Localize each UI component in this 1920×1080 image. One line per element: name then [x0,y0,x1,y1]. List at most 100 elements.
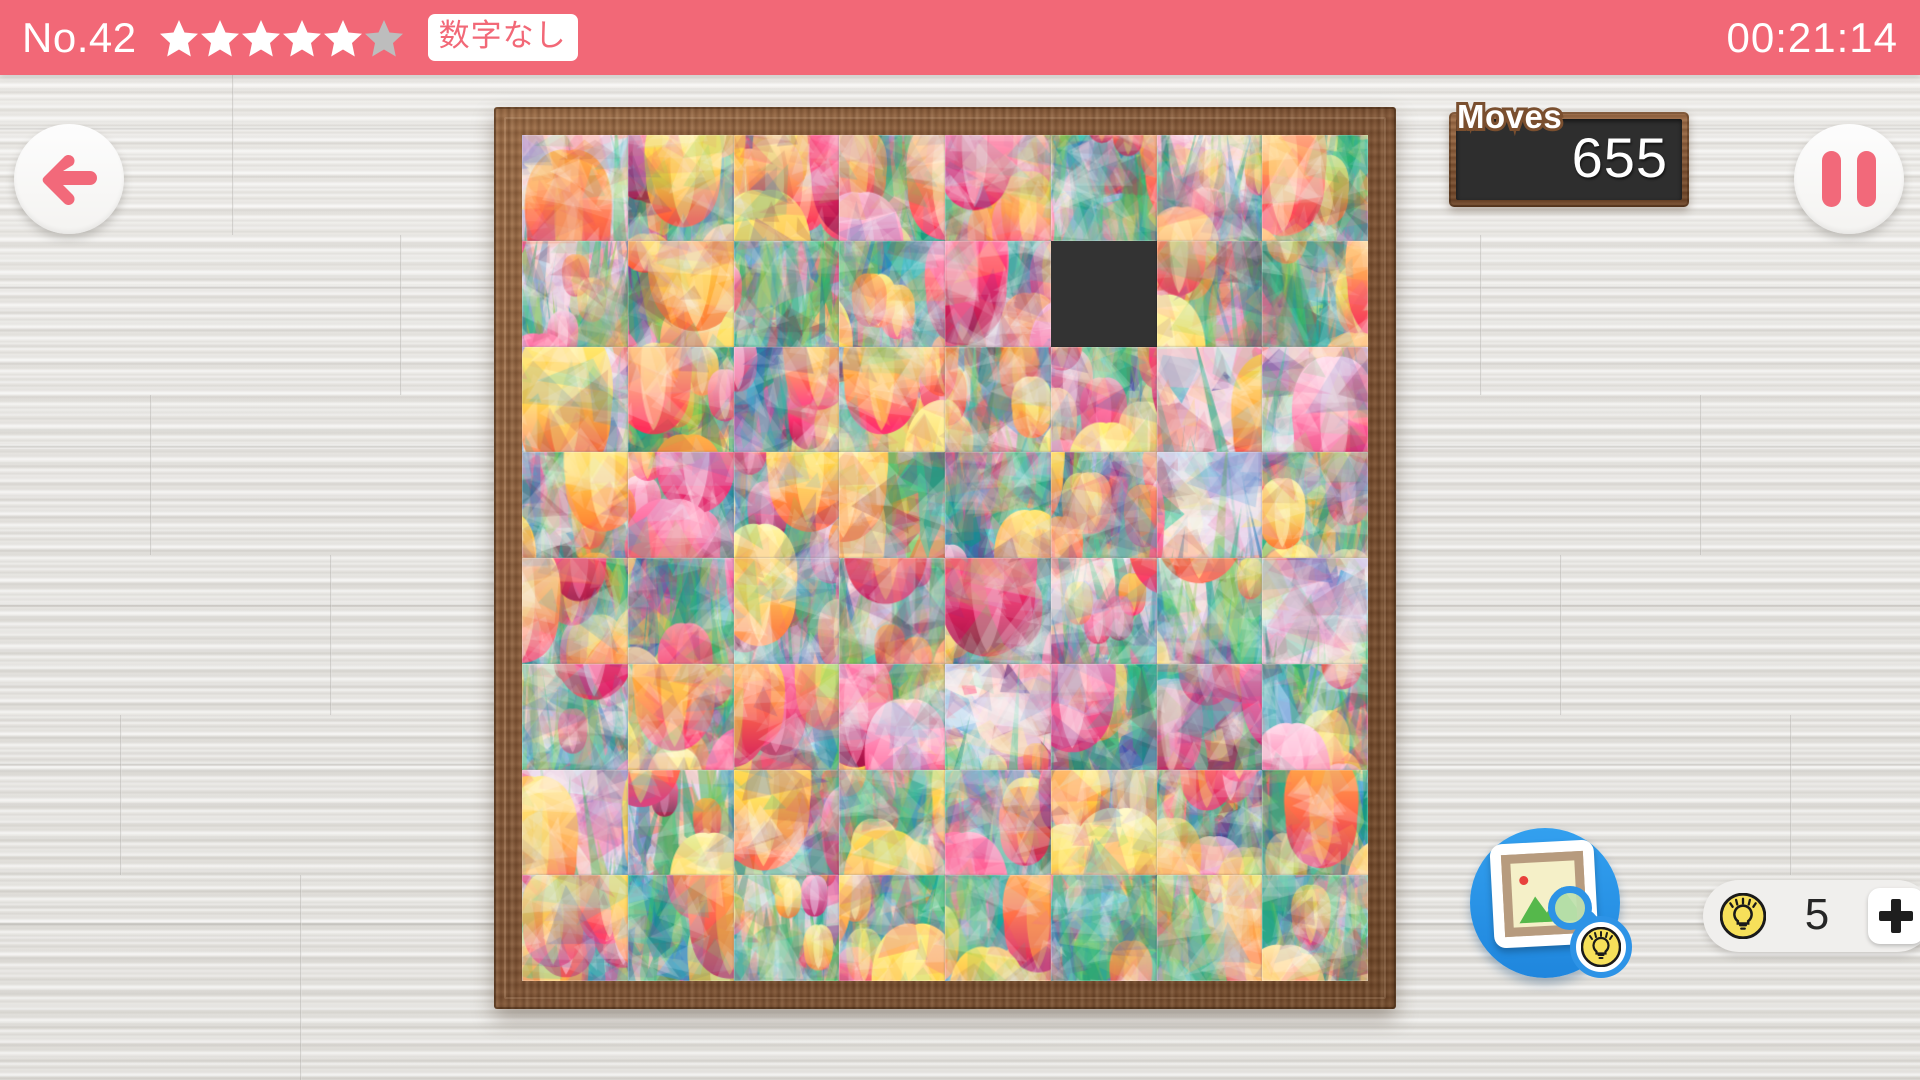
wall-plank-vseam [300,875,302,1080]
puzzle-tile[interactable] [1050,663,1157,770]
puzzle-tile[interactable] [1156,875,1263,981]
moves-label: Moves [1454,97,1565,136]
plus-icon [1879,899,1913,933]
puzzle-tile[interactable] [522,452,628,558]
puzzle-tile[interactable] [1156,558,1263,664]
puzzle-tile[interactable] [839,135,945,241]
puzzle-tile[interactable] [1050,769,1157,876]
puzzle-tile[interactable] [1156,135,1263,241]
puzzle-tile[interactable] [522,558,628,664]
puzzle-tile[interactable] [1156,769,1263,876]
puzzle-tile[interactable] [839,875,945,981]
puzzle-tile[interactable] [733,875,840,981]
star-filled-icon [282,19,321,56]
puzzle-tile[interactable] [945,240,1051,347]
puzzle-tile[interactable] [627,875,734,981]
puzzle-tile[interactable] [1262,135,1368,241]
puzzle-tile[interactable] [1262,452,1368,558]
wall-plank-vseam [120,715,122,875]
puzzle-frame [494,107,1396,1009]
puzzle-tile[interactable] [627,663,734,770]
top-bar: No.42 数字なし 00:21:14 [0,0,1920,75]
puzzle-tile[interactable] [1050,346,1157,453]
puzzle-tile[interactable] [733,452,840,558]
puzzle-tile[interactable] [945,663,1051,770]
hint-count: 5 [1804,889,1830,939]
wall-plank-vseam [400,235,402,395]
puzzle-tile[interactable] [945,346,1051,453]
puzzle-tile[interactable] [1262,558,1368,664]
puzzle-tile[interactable] [945,452,1051,558]
puzzle-empty-slot [1050,240,1157,347]
moves-value: 655 [1571,125,1668,189]
puzzle-tile[interactable] [627,135,734,241]
puzzle-tile[interactable] [522,663,628,770]
puzzle-tile[interactable] [945,875,1051,981]
puzzle-tile[interactable] [522,346,628,453]
game-screen: No.42 数字なし 00:21:14 Moves 655 5 [0,0,1920,1080]
back-button[interactable] [14,124,124,234]
puzzle-tile[interactable] [1050,558,1157,664]
puzzle-tile[interactable] [522,240,628,347]
puzzle-tile[interactable] [1050,452,1157,558]
puzzle-tile[interactable] [627,769,734,876]
puzzle-tile[interactable] [1156,346,1263,453]
puzzle-tile[interactable] [1050,875,1157,981]
puzzle-tile[interactable] [733,135,840,241]
puzzle-tile[interactable] [1050,135,1157,241]
puzzle-tile[interactable] [1156,663,1263,770]
puzzle-tile[interactable] [945,135,1051,241]
puzzle-tile[interactable] [1262,240,1368,347]
puzzle-tile[interactable] [945,769,1051,876]
difficulty-stars [159,18,404,58]
moves-panel: Moves 655 [1449,97,1689,207]
puzzle-tile[interactable] [627,346,734,453]
puzzle-tile[interactable] [733,346,840,453]
wall-plank-vseam [150,395,152,555]
puzzle-tile[interactable] [1156,240,1263,347]
wall-plank-vseam [1480,235,1482,395]
puzzle-tile[interactable] [1262,346,1368,453]
peek-picture-button[interactable] [1464,812,1632,980]
star-empty-icon [364,19,403,56]
star-filled-icon [323,19,362,56]
add-hint-button[interactable] [1868,888,1920,944]
puzzle-tile[interactable] [733,663,840,770]
wall-plank-vseam [232,75,234,235]
puzzle-tile[interactable] [522,135,628,241]
puzzle-tile[interactable] [522,769,628,876]
puzzle-board[interactable] [522,135,1368,981]
arrow-left-icon [42,155,97,205]
puzzle-tile[interactable] [627,240,734,347]
lightbulb-coin-glyph [1720,893,1766,939]
puzzle-tile[interactable] [1262,769,1368,876]
puzzle-tile[interactable] [839,240,945,347]
pause-button[interactable] [1794,124,1904,234]
puzzle-tile[interactable] [522,875,628,981]
lightbulb-coin-icon [1570,916,1632,978]
lightbulb-coin-glyph [1581,927,1621,967]
mode-badge: 数字なし [427,14,578,61]
puzzle-tile[interactable] [733,558,840,664]
wall-plank-vseam [1700,395,1702,555]
puzzle-tile[interactable] [733,240,840,347]
puzzle-tile[interactable] [1262,875,1368,981]
pause-icon [1822,151,1876,207]
star-filled-icon [241,19,280,56]
puzzle-tile[interactable] [839,769,945,876]
lightbulb-coin-icon [1720,893,1766,939]
puzzle-tile[interactable] [839,663,945,770]
puzzle-tile[interactable] [839,558,945,664]
star-filled-icon [159,19,198,56]
puzzle-tile[interactable] [839,452,945,558]
puzzle-tile[interactable] [627,452,734,558]
puzzle-tile[interactable] [945,558,1051,664]
puzzle-tile[interactable] [627,558,734,664]
sun-dot-icon [1519,875,1529,886]
puzzle-tile[interactable] [839,346,945,453]
puzzle-tile[interactable] [733,769,840,876]
star-filled-icon [200,19,239,56]
timer: 00:21:14 [1726,13,1898,61]
puzzle-tile[interactable] [1156,452,1263,558]
puzzle-tile[interactable] [1262,663,1368,770]
